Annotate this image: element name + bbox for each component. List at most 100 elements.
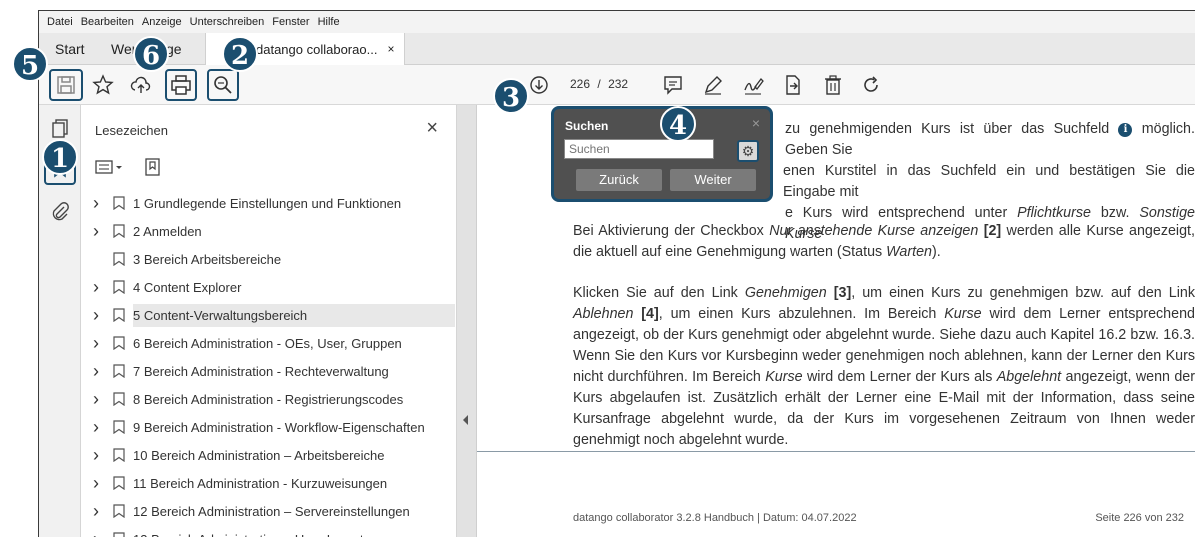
- pflichtkurse-term: Pflichtkurse: [1017, 205, 1091, 221]
- warten-term: Warten: [886, 244, 932, 260]
- paragraph-2-text-a: Klicken Sie auf den Link: [573, 285, 738, 301]
- chevron-right-icon[interactable]: ›: [93, 501, 109, 522]
- ref-3: [3]: [833, 285, 852, 301]
- search-input[interactable]: [564, 139, 714, 159]
- bookmark-icon: [113, 224, 125, 238]
- bookmark-icon: [113, 476, 125, 490]
- page-separator: /: [597, 77, 601, 91]
- paragraph-2-text-c: , um einen Kurs abzulehnen. Im Bereich: [658, 306, 937, 322]
- step-badge-2: 2: [222, 36, 258, 72]
- print-highlight: [165, 69, 197, 101]
- ref-2: [2]: [983, 223, 1002, 239]
- chevron-right-icon[interactable]: ›: [93, 193, 109, 214]
- menu-anzeige[interactable]: Anzeige: [142, 16, 182, 28]
- chevron-right-icon[interactable]: ›: [93, 417, 109, 438]
- bookmark-item[interactable]: › 5 Content-Verwaltungsbereich: [81, 301, 456, 329]
- step-badge-4: 4: [660, 106, 696, 142]
- chevron-right-icon[interactable]: ›: [93, 221, 109, 242]
- tab-close-icon[interactable]: ×: [387, 42, 394, 56]
- chevron-right-icon[interactable]: ›: [93, 389, 109, 410]
- paragraph-0-text-a: zu genehmigenden Kurs ist über das Suchf…: [785, 121, 1110, 137]
- bookmark-icon: [113, 280, 125, 294]
- ref-4: [4]: [641, 306, 659, 322]
- kurse-term-1: Kurse: [944, 306, 982, 322]
- bookmark-label: 1 Grundlegende Einstellungen und Funktio…: [133, 195, 402, 211]
- paragraph-0-text-d: bzw.: [1100, 205, 1130, 221]
- trash-icon[interactable]: [821, 73, 845, 97]
- tab-bar: Start Werkzeuge datango collaborao... ×: [39, 33, 1195, 65]
- collapse-arrow-icon[interactable]: [463, 415, 468, 425]
- bookmark-label: 4 Content Explorer: [133, 279, 242, 295]
- comment-icon[interactable]: [661, 73, 685, 97]
- bookmark-icon: [113, 252, 125, 266]
- page-current[interactable]: 226: [570, 77, 590, 91]
- bookmark-item[interactable]: › 12 Bereich Administration – Servereinst…: [81, 497, 456, 525]
- bookmark-item[interactable]: › 1 Grundlegende Einstellungen und Funkti…: [81, 189, 456, 217]
- paragraph-1: Bei Aktivierung der Checkbox Nur anstehe…: [573, 221, 1195, 263]
- bookmark-icon: [113, 308, 125, 322]
- menu-datei[interactable]: Datei: [47, 16, 73, 28]
- bookmark-label: 12 Bereich Administration – Servereinste…: [133, 503, 410, 519]
- tab-start[interactable]: Start: [55, 33, 85, 65]
- attachment-icon[interactable]: [49, 201, 71, 223]
- rotate-icon[interactable]: [859, 73, 883, 97]
- page-down-icon[interactable]: [527, 73, 551, 97]
- page-indicator[interactable]: 226 / 232: [570, 77, 628, 91]
- menu-hilfe[interactable]: Hilfe: [318, 16, 340, 28]
- chevron-right-icon[interactable]: ›: [93, 529, 109, 537]
- chevron-right-icon[interactable]: ›: [93, 445, 109, 466]
- chevron-right-icon[interactable]: ›: [93, 333, 109, 354]
- panel-close-icon[interactable]: ×: [426, 117, 438, 140]
- bookmark-label: 6 Bereich Administration - OEs, User, Gr…: [133, 335, 402, 351]
- info-icon: i: [1118, 123, 1133, 137]
- chevron-right-icon[interactable]: ›: [93, 305, 109, 326]
- bookmark-item[interactable]: › 4 Content Explorer: [81, 273, 456, 301]
- pen-icon[interactable]: [701, 73, 725, 97]
- bookmark-icon: [113, 420, 125, 434]
- bookmark-item[interactable]: › 10 Bereich Administration – Arbeitsbere…: [81, 441, 456, 469]
- menu-fenster[interactable]: Fenster: [272, 16, 309, 28]
- abgelehnt-term: Abgelehnt: [996, 369, 1062, 385]
- add-bookmark-icon[interactable]: [143, 157, 163, 180]
- bookmark-item[interactable]: 3 Bereich Arbeitsbereiche: [81, 245, 456, 273]
- tab-document-title: datango collaborao...: [256, 41, 378, 57]
- step-badge-5: 5: [12, 46, 48, 82]
- bookmark-item[interactable]: › 6 Bereich Administration - OEs, User, G…: [81, 329, 456, 357]
- chevron-right-icon[interactable]: ›: [93, 361, 109, 382]
- star-icon[interactable]: [91, 73, 115, 97]
- gear-icon[interactable]: ⚙: [737, 140, 759, 162]
- next-button[interactable]: Weiter: [670, 169, 756, 191]
- bookmark-item[interactable]: › 8 Bereich Administration - Registrierun…: [81, 385, 456, 413]
- bookmark-item[interactable]: › 2 Anmelden: [81, 217, 456, 245]
- menu-bar: Datei Bearbeiten Anzeige Unterschreiben …: [39, 11, 1195, 33]
- footer-divider: [477, 451, 1195, 452]
- search-close-icon[interactable]: ×: [752, 115, 760, 131]
- bookmark-icon: [113, 532, 125, 537]
- pages-icon[interactable]: [49, 117, 71, 139]
- paragraph-1-text-c: ).: [931, 244, 941, 260]
- chevron-right-icon[interactable]: ›: [93, 473, 109, 494]
- bookmark-item[interactable]: › 9 Bereich Administration - Workflow-Eig…: [81, 413, 456, 441]
- share-file-icon[interactable]: [781, 73, 805, 97]
- options-menu-icon[interactable]: [95, 158, 123, 179]
- paragraph-1-text-a: Bei Aktivierung der Checkbox: [573, 223, 764, 239]
- sign-icon[interactable]: [741, 73, 765, 97]
- bookmark-item[interactable]: › 13 Bereich Administration – User-Import: [81, 525, 456, 537]
- bookmark-icon: [113, 392, 125, 406]
- menu-unterschreiben[interactable]: Unterschreiben: [190, 16, 265, 28]
- bookmark-icon: [113, 336, 125, 350]
- chevron-right-icon[interactable]: ›: [93, 277, 109, 298]
- search-title: Suchen: [565, 119, 609, 133]
- upload-cloud-icon[interactable]: [129, 73, 153, 97]
- checkbox-term: Nur anstehende Kurse anzeigen: [769, 223, 979, 239]
- panel-splitter[interactable]: [457, 105, 477, 537]
- footer-right: Seite 226 von 232: [1095, 512, 1184, 524]
- genehmigen-term: Genehmigen: [744, 285, 827, 301]
- back-button[interactable]: Zurück: [576, 169, 662, 191]
- bookmark-item[interactable]: › 7 Bereich Administration - Rechteverwal…: [81, 357, 456, 385]
- menu-bearbeiten[interactable]: Bearbeiten: [81, 16, 134, 28]
- bookmark-item[interactable]: › 11 Bereich Administration - Kurzuweisun…: [81, 469, 456, 497]
- bookmark-label: 10 Bereich Administration – Arbeitsberei…: [133, 447, 385, 463]
- bookmark-icon: [113, 196, 125, 210]
- paragraph-0-text-c: e Kurs wird entsprechend unter: [785, 205, 1008, 221]
